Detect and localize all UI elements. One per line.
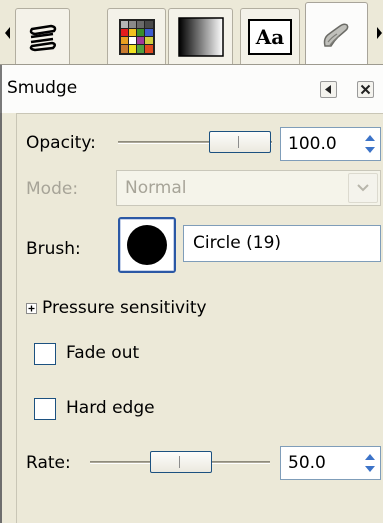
spin-arrows-icon[interactable] <box>362 450 378 476</box>
tool-options-dock: Aa Smudge Opacity: 100.0 Mode: Normal Br… <box>0 0 383 523</box>
palettes-grid-icon <box>118 19 155 55</box>
smudge-tool-icon <box>323 22 348 47</box>
fade-out-label[interactable]: Fade out <box>66 343 139 363</box>
rate-value: 50.0 <box>288 453 326 473</box>
tab-menu-button[interactable] <box>320 81 337 98</box>
chevron-down-icon <box>357 184 369 192</box>
close-icon <box>360 84 371 95</box>
rate-label: Rate: <box>26 453 71 473</box>
opacity-value: 100.0 <box>288 134 337 154</box>
dock-tab-strip: Aa <box>0 0 383 66</box>
brush-label: Brush: <box>26 239 81 259</box>
gradient-icon <box>177 17 224 57</box>
mode-combobox[interactable]: Normal <box>116 170 381 206</box>
hard-edge-checkbox[interactable] <box>34 398 56 420</box>
opacity-spinbutton[interactable]: 100.0 <box>280 127 381 161</box>
brush-preview-icon <box>127 225 167 265</box>
scroll-right-icon[interactable] <box>374 22 383 44</box>
brush-name-entry[interactable]: Circle (19) <box>183 225 381 262</box>
mode-value: Normal <box>125 178 187 198</box>
fonts-icon-label: Aa <box>255 25 285 49</box>
device-status-icon <box>29 24 56 52</box>
pressure-expander-toggle[interactable] <box>26 303 37 314</box>
plus-icon <box>28 305 35 312</box>
tab-device-status[interactable] <box>15 8 70 65</box>
tab-tool-options[interactable] <box>305 2 368 66</box>
opacity-label: Opacity: <box>26 133 96 153</box>
mode-label: Mode: <box>26 179 79 199</box>
tool-options-panel: Opacity: 100.0 Mode: Normal Brush: Circl… <box>0 113 383 523</box>
hard-edge-label[interactable]: Hard edge <box>66 398 155 418</box>
mode-dropdown-button[interactable] <box>348 173 378 203</box>
dock-title: Smudge <box>7 78 78 98</box>
rate-spinbutton[interactable]: 50.0 <box>280 446 381 480</box>
tab-menu-icon <box>325 85 331 94</box>
tab-palettes[interactable] <box>107 8 166 65</box>
tab-fonts[interactable]: Aa <box>240 8 300 65</box>
spin-arrows-icon[interactable] <box>362 131 378 157</box>
dock-header: Smudge <box>0 65 383 113</box>
rate-slider-thumb[interactable] <box>150 451 212 473</box>
close-tab-button[interactable] <box>357 81 374 98</box>
opacity-slider-thumb[interactable] <box>209 131 271 153</box>
tab-gradients[interactable] <box>168 8 233 65</box>
pressure-sensitivity-label[interactable]: Pressure sensitivity <box>42 298 207 318</box>
fonts-icon: Aa <box>248 19 292 55</box>
scroll-left-icon[interactable] <box>3 22 13 44</box>
brush-preview-button[interactable] <box>118 217 176 273</box>
fade-out-checkbox[interactable] <box>34 343 56 365</box>
brush-name: Circle (19) <box>193 233 282 253</box>
